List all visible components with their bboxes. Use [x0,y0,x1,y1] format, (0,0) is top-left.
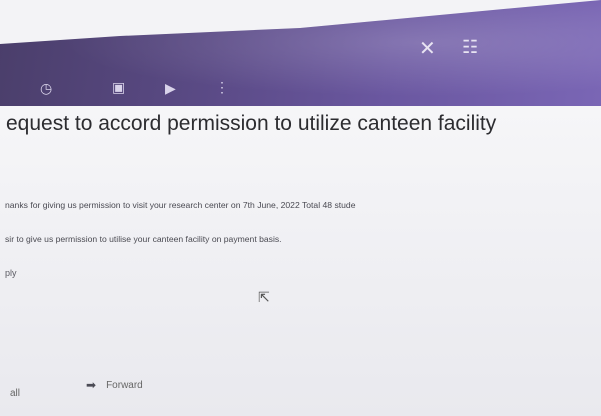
filter-icon[interactable]: ☷ [462,38,478,56]
more-vert-icon[interactable]: ⋮ [215,79,229,96]
email-subject: equest to accord permission to utilize c… [6,112,497,135]
reply-all-button[interactable]: all [10,388,20,399]
forward-button[interactable]: ➡ Forward [86,378,143,392]
mail-header-bar [0,0,601,106]
email-content-pane [0,106,601,416]
mouse-cursor-icon: ⇱ [258,289,270,305]
email-body-line: nanks for giving us permission to visit … [5,200,356,210]
label-icon[interactable]: ▶ [165,80,176,97]
close-icon[interactable]: ✕ [419,39,436,59]
email-body-line: sir to give us permission to utilise you… [5,234,282,244]
snooze-icon[interactable]: ◷ [40,80,52,97]
reply-button[interactable]: ply [5,268,17,278]
mail-icon[interactable]: ▣ [112,79,125,96]
forward-label: Forward [106,379,143,391]
forward-arrow-icon: ➡ [86,378,97,392]
